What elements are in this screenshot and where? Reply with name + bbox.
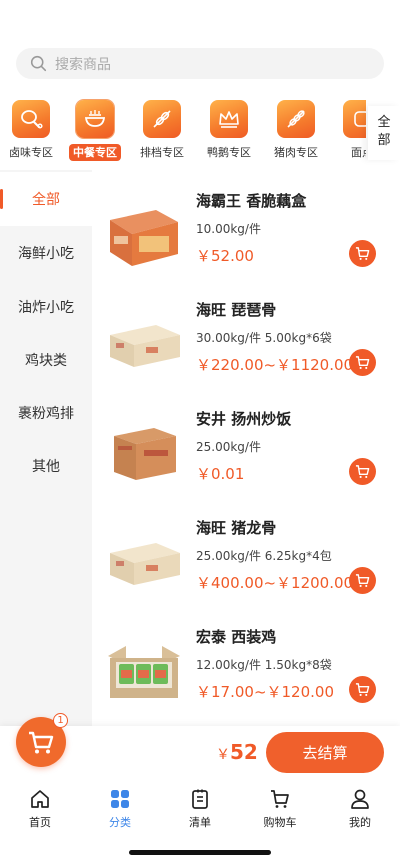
product-image <box>110 210 178 266</box>
category-item-miandian[interactable]: 面点 <box>331 100 366 161</box>
bread-icon <box>343 100 366 138</box>
product-item[interactable]: 海旺 琵琶骨 30.00kg/件 5.00kg*6袋 ￥220.00~￥1120… <box>92 299 400 408</box>
sidebar-item-seafood-snacks[interactable]: 海鲜小吃 <box>0 226 92 280</box>
product-price: ￥400.00~￥1200.00 <box>196 574 354 592</box>
product-price: ￥0.01 <box>196 465 245 483</box>
cart-icon <box>29 731 54 754</box>
product-spec: 10.00kg/件 <box>196 222 261 236</box>
sidebar-item-all[interactable]: 全部 <box>0 172 92 226</box>
product-title: 宏泰 西装鸡 <box>196 628 277 646</box>
user-icon <box>351 789 369 809</box>
subcategory-sidebar: 全部 海鲜小吃 油炸小吃 鸡块类 裹粉鸡排 其他 <box>0 170 92 726</box>
category-item-luwei[interactable]: 卤味专区 <box>0 100 62 161</box>
sidebar-item-label: 裹粉鸡排 <box>18 406 74 422</box>
category-label: 排档专区 <box>140 146 184 159</box>
sidebar-item-other[interactable]: 其他 <box>0 439 92 493</box>
add-to-cart-button[interactable] <box>349 458 376 485</box>
product-title: 海旺 琵琶骨 <box>196 301 277 319</box>
product-spec: 12.00kg/件 1.50kg*8袋 <box>196 658 332 672</box>
product-item[interactable]: 宏泰 西装鸡 12.00kg/件 1.50kg*8袋 ￥17.00~￥120.0… <box>92 626 400 735</box>
product-spec: 25.00kg/件 6.25kg*4包 <box>196 549 332 563</box>
category-item-zhongcan[interactable]: 中餐专区 <box>64 100 126 161</box>
sidebar-item-label: 鸡块类 <box>25 353 67 369</box>
checkout-button[interactable]: 去结算 <box>266 732 384 773</box>
skewer-icon <box>277 100 315 138</box>
product-image <box>114 428 176 480</box>
category-label: 鸭鹅专区 <box>207 146 251 159</box>
add-to-cart-button[interactable] <box>349 567 376 594</box>
bowl-icon <box>76 100 114 138</box>
product-spec: 25.00kg/件 <box>196 440 261 454</box>
product-title: 海霸王 香脆藕盒 <box>196 192 307 210</box>
category-label: 面点 <box>351 146 366 159</box>
product-price: ￥220.00~￥1120.00 <box>196 356 354 374</box>
category-item-paidang[interactable]: 排档专区 <box>131 100 193 161</box>
cart-icon <box>355 465 370 478</box>
product-price: ￥52.00 <box>196 247 254 265</box>
crown-icon <box>210 100 248 138</box>
category-page: 搜索商品 卤味专区 中餐专区 排档专区 鸭鹅专区 猪肉专区 面 全部 全部 海鲜… <box>0 0 400 865</box>
tab-label: 我的 <box>349 816 371 829</box>
cart-total-amount: 52 <box>230 740 258 764</box>
all-categories-label: 全部 <box>377 115 391 148</box>
cart-icon <box>355 356 370 369</box>
category-strip[interactable]: 卤味专区 中餐专区 排档专区 鸭鹅专区 猪肉专区 面 <box>0 96 366 166</box>
all-categories-button[interactable]: 全部 <box>368 106 400 160</box>
skewer-icon <box>143 100 181 138</box>
cart-total: ￥52 <box>216 740 258 764</box>
product-item[interactable]: 安井 扬州炒饭 25.00kg/件 ￥0.01 <box>92 408 400 517</box>
category-grid-icon <box>111 790 129 808</box>
search-icon <box>30 55 47 72</box>
category-label: 卤味专区 <box>9 146 53 159</box>
cart-icon <box>355 683 370 696</box>
category-label: 猪肉专区 <box>274 146 318 159</box>
category-label: 中餐专区 <box>69 144 121 161</box>
category-item-zhurou[interactable]: 猪肉专区 <box>265 100 327 161</box>
sidebar-item-label: 全部 <box>32 192 60 208</box>
currency-symbol: ￥ <box>216 747 230 763</box>
product-title: 海旺 猪龙骨 <box>196 519 277 537</box>
tab-list[interactable]: 清单 <box>170 788 230 830</box>
home-indicator <box>129 850 271 855</box>
tab-label: 首页 <box>29 816 51 829</box>
home-icon <box>31 790 49 808</box>
sidebar-item-label: 其他 <box>32 459 60 475</box>
search-bar[interactable]: 搜索商品 <box>16 48 384 79</box>
product-item[interactable]: 海霸王 香脆藕盒 10.00kg/件 ￥52.00 <box>92 190 400 299</box>
product-item[interactable]: 海旺 猪龙骨 25.00kg/件 6.25kg*4包 ￥400.00~￥1200… <box>92 517 400 626</box>
sidebar-item-label: 油炸小吃 <box>18 300 74 316</box>
category-item-yae[interactable]: 鸭鹅专区 <box>198 100 260 161</box>
cart-icon <box>355 247 370 260</box>
product-title: 安井 扬州炒饭 <box>196 410 292 428</box>
tab-label: 分类 <box>109 816 131 829</box>
tab-category[interactable]: 分类 <box>90 788 150 830</box>
tab-cart[interactable]: 购物车 <box>250 788 310 830</box>
product-image <box>110 325 180 367</box>
product-image <box>110 543 180 585</box>
tab-label: 购物车 <box>263 816 297 829</box>
add-to-cart-button[interactable] <box>349 676 376 703</box>
sidebar-item-chicken-nuggets[interactable]: 鸡块类 <box>0 333 92 387</box>
product-price: ￥17.00~￥120.00 <box>196 683 334 701</box>
tab-label: 清单 <box>189 816 211 829</box>
cart-icon <box>355 574 370 587</box>
cart-icon <box>271 790 289 808</box>
tab-profile[interactable]: 我的 <box>330 788 390 830</box>
cart-count-badge: 1 <box>53 713 68 728</box>
add-to-cart-button[interactable] <box>349 349 376 376</box>
search-placeholder: 搜索商品 <box>55 56 111 73</box>
sidebar-item-label: 海鲜小吃 <box>18 246 74 262</box>
list-icon <box>192 789 208 809</box>
sidebar-item-fried-snacks[interactable]: 油炸小吃 <box>0 280 92 334</box>
sidebar-item-breaded-chicken[interactable]: 裹粉鸡排 <box>0 386 92 440</box>
drumstick-icon <box>12 100 50 138</box>
tab-home[interactable]: 首页 <box>10 788 70 830</box>
product-image <box>108 646 180 698</box>
product-spec: 30.00kg/件 5.00kg*6袋 <box>196 331 332 345</box>
add-to-cart-button[interactable] <box>349 240 376 267</box>
